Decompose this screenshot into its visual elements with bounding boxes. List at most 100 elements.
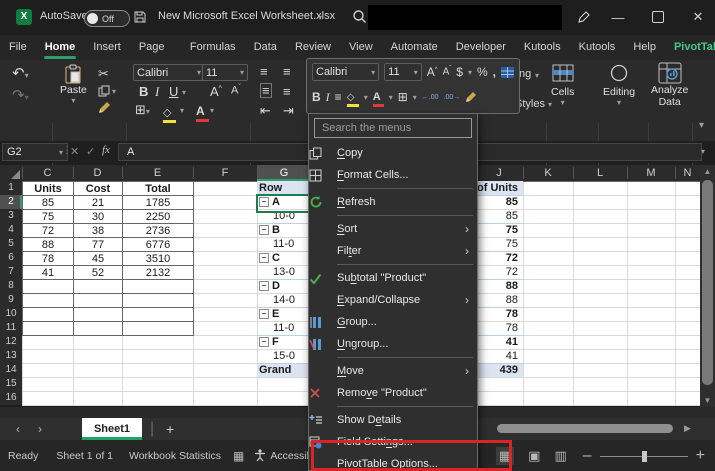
cell-D1[interactable]: Cost [73, 181, 123, 196]
column-header-K[interactable]: K [523, 165, 573, 181]
row-header-12[interactable]: 12 [0, 335, 22, 349]
increase-indent-icon[interactable]: ⇥ [283, 103, 294, 119]
paste-button[interactable]: Paste▾ [60, 64, 87, 105]
menu-item-format-cells[interactable]: Format Cells... [309, 164, 477, 186]
font-color-chevron-icon[interactable]: ▾ [210, 106, 214, 115]
ribbon-tab-view[interactable]: View [340, 35, 382, 60]
pen-icon[interactable] [576, 10, 591, 25]
confirm-entry-icon[interactable]: ✓ [86, 145, 95, 158]
analyze-data-button[interactable]: Analyze Data [651, 62, 688, 108]
display-settings-icon[interactable]: ▦ [233, 449, 244, 463]
editing-button[interactable]: Editing▾ [603, 64, 635, 107]
cell-C5[interactable]: 88 [22, 237, 74, 252]
fill-color-icon[interactable]: ◇ [163, 103, 176, 123]
row-header-15[interactable]: 15 [0, 377, 22, 391]
cell-E7[interactable]: 2132 [122, 265, 194, 280]
mini-align-icon[interactable]: ≡ [335, 90, 342, 104]
cell-E3[interactable]: 2250 [122, 209, 194, 224]
horizontal-scroll-thumb[interactable] [497, 424, 673, 433]
font-color-icon[interactable]: A [196, 102, 209, 122]
menu-item-expand-collapse[interactable]: Expand/Collapse› [309, 289, 477, 311]
column-header-N[interactable]: N [675, 165, 700, 181]
cell-E2[interactable]: 1785 [122, 195, 194, 210]
ribbon-tab-kutools-[interactable]: Kutools ™ [515, 35, 570, 60]
cell-E5[interactable]: 6776 [122, 237, 194, 252]
ribbon-tab-pivottable-analyze[interactable]: PivotTable Analyze [665, 35, 715, 60]
row-header-14[interactable]: 14 [0, 363, 22, 377]
cell-C9[interactable] [22, 293, 74, 308]
cell-G8[interactable]: −D [257, 279, 311, 293]
menu-item-group[interactable]: Group... [309, 311, 477, 333]
column-header-D[interactable]: D [73, 165, 122, 181]
row-header-9[interactable]: 9 [0, 293, 22, 307]
italic-button[interactable]: I [155, 84, 159, 100]
vertical-scrollbar[interactable]: ▲ ▼ [700, 165, 715, 407]
ribbon-tab-developer[interactable]: Developer [447, 35, 515, 60]
formula-bar-expand-chevron-icon[interactable]: ▾ [701, 147, 705, 156]
cell-G14[interactable]: Grand Total [257, 363, 311, 377]
mini-format-table-icon[interactable] [501, 67, 514, 78]
menu-item-remove-product[interactable]: Remove "Product" [309, 382, 477, 404]
row-header-8[interactable]: 8 [0, 279, 22, 293]
sheet-tab-active[interactable]: Sheet1 [82, 418, 142, 440]
menu-item-filter[interactable]: Filter› [309, 240, 477, 262]
zoom-in-button[interactable]: + [696, 447, 705, 465]
decrease-indent-icon[interactable]: ⇤ [260, 103, 271, 119]
cell-D8[interactable] [73, 279, 123, 294]
decrease-font-icon[interactable]: Aˇ [231, 84, 241, 97]
cell-C11[interactable] [22, 321, 74, 336]
redo-icon[interactable]: ↷▾ [12, 86, 29, 104]
cell-G12[interactable]: −F [257, 335, 311, 349]
scroll-right-icon[interactable]: ▶ [684, 423, 691, 434]
row-header-7[interactable]: 7 [0, 265, 22, 279]
row-header-6[interactable]: 6 [0, 251, 22, 265]
conditional-formatting-chevron-icon[interactable]: ▾ [535, 71, 539, 80]
ribbon-tab-page-layout[interactable]: Page Layout [130, 35, 181, 60]
ribbon-tab-automate[interactable]: Automate [382, 35, 447, 60]
mini-format-painter-icon[interactable] [465, 91, 477, 103]
conditional-formatting-fragment[interactable]: ng [519, 68, 531, 80]
mini-percent-icon[interactable]: % [477, 65, 488, 79]
cell-C1[interactable]: Units [22, 181, 74, 196]
mini-comma-icon[interactable]: , [493, 65, 496, 79]
ribbon-tab-insert[interactable]: Insert [84, 35, 130, 60]
ribbon-tab-data[interactable]: Data [245, 35, 286, 60]
cell-D11[interactable] [73, 321, 123, 336]
fill-color-chevron-icon[interactable]: ▾ [180, 106, 184, 115]
cell-C10[interactable] [22, 307, 74, 322]
menu-item-sort[interactable]: Sort› [309, 218, 477, 240]
menu-item-refresh[interactable]: Refresh [309, 191, 477, 213]
ribbon-tab-help[interactable]: Help [624, 35, 665, 60]
column-header-M[interactable]: M [627, 165, 675, 181]
view-page-layout-icon[interactable]: ▣ [528, 448, 540, 464]
scroll-down-icon[interactable]: ▼ [700, 396, 715, 405]
mini-font-name-select[interactable]: Calibri▾ [312, 63, 379, 81]
cell-G1-row-labels[interactable]: Row Labels [257, 181, 311, 195]
cell-C6[interactable]: 78 [22, 251, 74, 266]
align-top-icon[interactable]: ≡ [260, 64, 268, 79]
row-header-1[interactable]: 1 [0, 181, 22, 195]
column-header-C[interactable]: C [22, 165, 73, 181]
increase-font-icon[interactable]: A^ [210, 84, 222, 99]
ribbon-tab-review[interactable]: Review [286, 35, 340, 60]
row-header-11[interactable]: 11 [0, 321, 22, 335]
vertical-scroll-thumb[interactable] [702, 180, 713, 385]
column-header-L[interactable]: L [573, 165, 627, 181]
cell-D9[interactable] [73, 293, 123, 308]
zoom-out-button[interactable]: – [583, 447, 592, 465]
scroll-up-icon[interactable]: ▲ [700, 167, 715, 176]
ribbon-tab-home[interactable]: Home [36, 35, 85, 60]
menu-item-copy[interactable]: Copy [309, 142, 477, 164]
prev-sheet-icon[interactable]: ‹ [16, 422, 20, 436]
row-header-5[interactable]: 5 [0, 237, 22, 251]
cell-C2[interactable]: 85 [22, 195, 74, 210]
ribbon-tab-kutools-plus[interactable]: Kutools Plus [570, 35, 625, 60]
mini-fill-color-icon[interactable]: ◇ [347, 87, 359, 107]
align-center-icon[interactable]: ≡ [283, 84, 291, 99]
mini-bold-button[interactable]: B [312, 90, 321, 104]
copy-icon[interactable] [98, 85, 110, 97]
column-header-F[interactable]: F [193, 165, 257, 181]
ribbon-tab-formulas[interactable]: Formulas [181, 35, 245, 60]
name-box[interactable]: G2▾ [2, 143, 68, 161]
align-left-icon[interactable]: ≡ [260, 83, 272, 98]
